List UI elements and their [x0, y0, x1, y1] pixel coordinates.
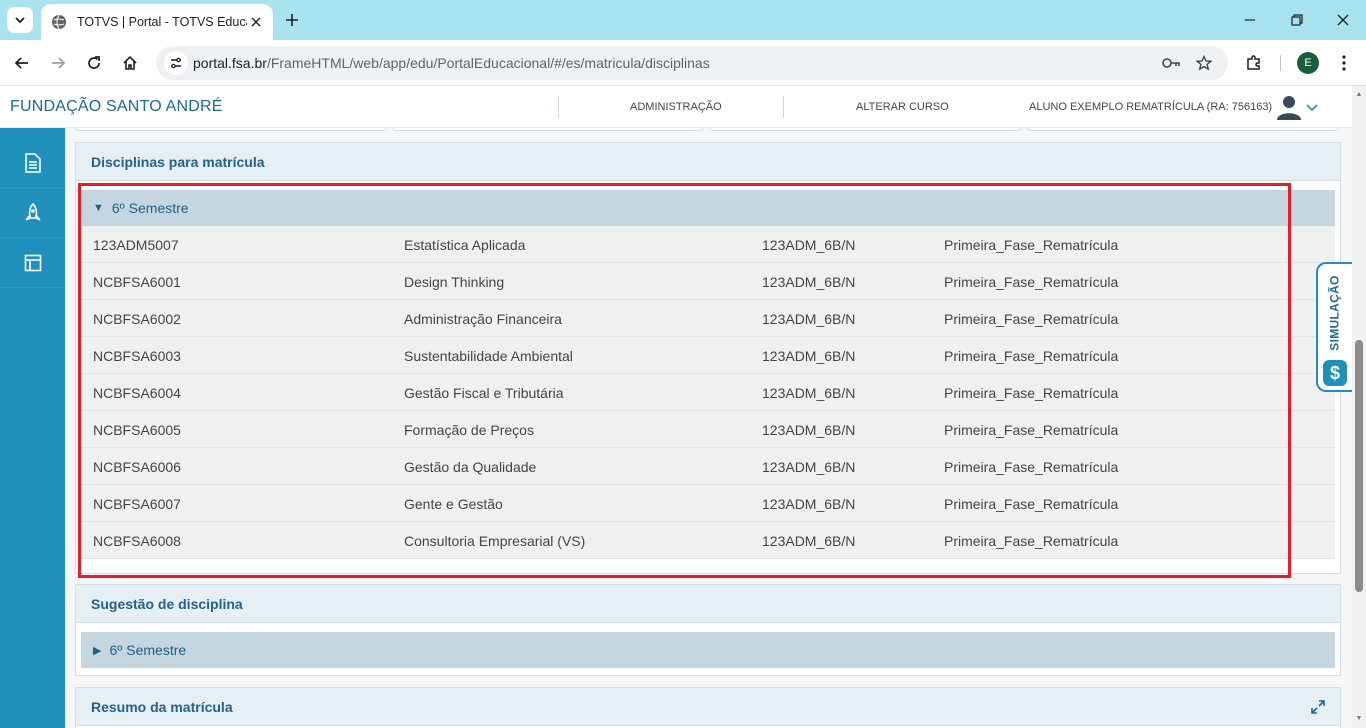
page-scrollbar[interactable]: ▲ ▼ — [1352, 86, 1366, 728]
reload-icon — [88, 56, 100, 69]
suggestion-group-header[interactable]: ▶ 6º Semestre — [81, 632, 1335, 668]
forward-button[interactable] — [45, 50, 71, 76]
site-info-icon[interactable] — [164, 51, 188, 75]
close-window-button[interactable] — [1329, 6, 1357, 34]
toolbar-divider — [1280, 55, 1281, 71]
browser-toolbar: portal.fsa.br/FrameHTML/web/app/edu/Port… — [0, 40, 1366, 86]
simulation-label: SIMULAÇÃO — [1328, 275, 1342, 351]
sidebar-item-layout[interactable] — [0, 238, 65, 288]
filter-field[interactable] — [75, 128, 387, 131]
scroll-down-icon[interactable]: ▼ — [1355, 714, 1363, 722]
home-icon — [123, 55, 137, 70]
dollar-icon: $ — [1323, 360, 1347, 386]
header-divider — [1002, 96, 1003, 118]
enrollment-card-title: Disciplinas para matrícula — [76, 143, 1340, 181]
minimize-button[interactable] — [1236, 6, 1264, 34]
change-course-link[interactable]: ALTERAR CURSO — [856, 101, 949, 113]
password-key-icon[interactable] — [1161, 53, 1181, 73]
suggestion-card: Sugestão de disciplina ▶ 6º Semestre — [75, 584, 1341, 676]
address-bar[interactable]: portal.fsa.br/FrameHTML/web/app/edu/Port… — [156, 46, 1228, 80]
highlight-box — [78, 183, 1291, 578]
app-header: FUNDAÇÃO SANTO ANDRÉ ADMINISTRAÇÃO ALTER… — [0, 86, 1352, 128]
arrow-right-icon — [52, 57, 66, 69]
tab-title: TOTVS | Portal - TOTVS Educacional — [77, 15, 247, 29]
summary-card: Resumo da matrícula — [75, 687, 1341, 728]
browser-tab-active[interactable]: TOTVS | Portal - TOTVS Educacional — [41, 4, 273, 40]
sidebar-item-documents[interactable] — [0, 138, 65, 188]
restore-button[interactable] — [1283, 6, 1311, 34]
expand-icon[interactable] — [1310, 699, 1326, 718]
admin-link[interactable]: ADMINISTRAÇÃO — [630, 101, 722, 113]
semester-label: 6º Semestre — [109, 642, 187, 658]
suggestion-card-title: Sugestão de disciplina — [76, 585, 1340, 623]
minimize-icon — [1245, 19, 1255, 21]
sidebar — [0, 128, 65, 728]
chevron-down-icon[interactable] — [1305, 100, 1319, 114]
summary-card-title: Resumo da matrícula — [91, 698, 233, 715]
reload-button[interactable] — [81, 50, 107, 76]
home-button[interactable] — [117, 50, 143, 76]
header-divider — [558, 96, 559, 118]
url-path: /FrameHTML/web/app/edu/PortalEducacional… — [266, 55, 710, 71]
bookmark-star-icon[interactable] — [1194, 53, 1214, 73]
restore-icon — [1291, 14, 1303, 26]
close-tab-icon[interactable] — [247, 13, 265, 31]
document-icon — [24, 152, 41, 173]
header-divider — [783, 96, 784, 118]
browser-tabstrip: TOTVS | Portal - TOTVS Educacional — [0, 0, 1366, 40]
layout-icon — [24, 254, 41, 271]
rocket-icon — [24, 202, 41, 221]
profile-avatar[interactable]: E — [1297, 52, 1319, 74]
chevron-down-icon — [15, 17, 25, 24]
scroll-thumb[interactable] — [1355, 340, 1363, 592]
back-button[interactable] — [9, 50, 35, 76]
student-name[interactable]: ALUNO EXEMPLO REMATRÍCULA (RA: 756163) — [1029, 101, 1272, 113]
simulation-label-wrap: SIMULAÇÃO — [1324, 272, 1346, 354]
sidebar-item-launch[interactable] — [0, 188, 65, 238]
close-icon — [1337, 14, 1349, 26]
extensions-button[interactable] — [1241, 50, 1267, 76]
filter-field[interactable] — [709, 128, 1021, 131]
filter-field[interactable] — [1027, 128, 1339, 131]
arrow-left-icon — [14, 57, 28, 69]
simulation-tab[interactable]: SIMULAÇÃO $ — [1316, 262, 1352, 392]
user-avatar-icon[interactable] — [1276, 94, 1302, 120]
new-tab-button[interactable] — [281, 9, 303, 31]
url-host: portal.fsa.br — [193, 55, 267, 71]
more-vertical-icon — [1342, 55, 1346, 71]
summary-card-header: Resumo da matrícula — [76, 688, 1340, 726]
filter-field[interactable] — [392, 128, 704, 131]
url-text[interactable]: portal.fsa.br/FrameHTML/web/app/edu/Port… — [193, 55, 710, 71]
brand-title[interactable]: FUNDAÇÃO SANTO ANDRÉ — [10, 98, 223, 116]
globe-icon — [51, 14, 67, 30]
scroll-up-icon[interactable]: ▲ — [1355, 90, 1363, 98]
tab-search-button[interactable] — [7, 7, 33, 33]
plus-icon — [286, 14, 298, 26]
triangle-right-icon: ▶ — [93, 644, 102, 657]
puzzle-icon — [1247, 55, 1260, 70]
browser-menu-button[interactable] — [1331, 50, 1357, 76]
